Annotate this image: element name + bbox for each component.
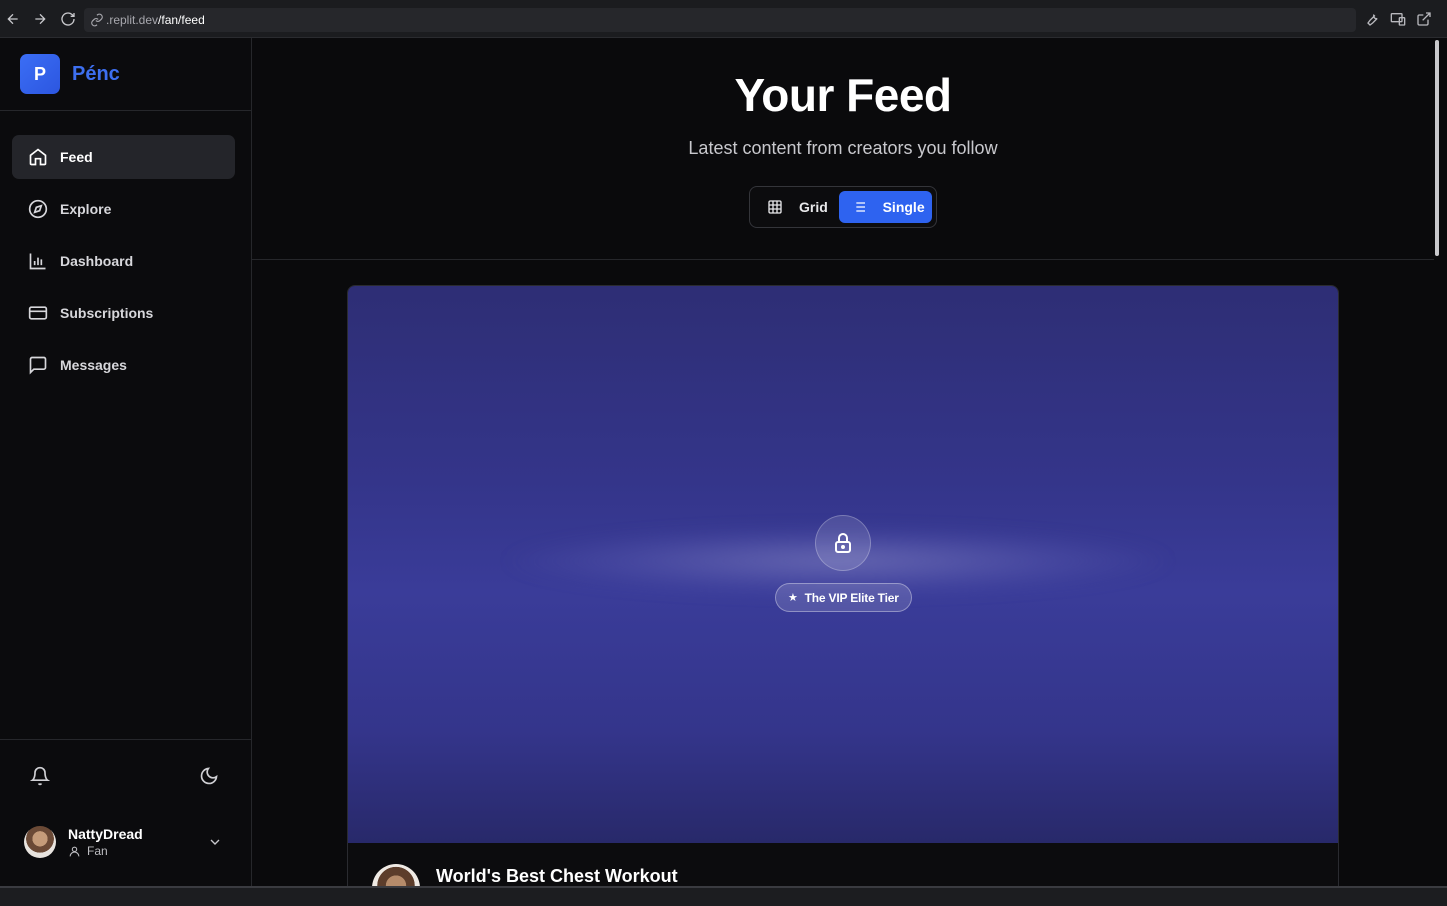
address-bar[interactable]: .replit.dev/fan/feed: [84, 8, 1356, 32]
sidebar-item-explore[interactable]: Explore: [12, 187, 235, 231]
creator-avatar[interactable]: [372, 864, 420, 888]
list-icon: [852, 202, 865, 212]
url-domain: .replit.dev: [106, 13, 159, 27]
home-icon: [29, 148, 47, 166]
single-view-button[interactable]: Single: [838, 191, 932, 223]
post-meta: World's Best Chest Workout: [372, 864, 678, 888]
link-icon: [91, 13, 103, 27]
bell-icon[interactable]: [30, 766, 50, 786]
brand-name: Pénc: [72, 62, 120, 85]
grid-view-button[interactable]: Grid: [754, 191, 839, 223]
moon-icon[interactable]: [199, 766, 219, 786]
post-title[interactable]: World's Best Chest Workout: [436, 866, 678, 887]
view-toggle: Grid Single: [749, 186, 937, 228]
credit-card-icon: [28, 306, 48, 320]
sidebar-item-dashboard[interactable]: Dashboard: [12, 239, 235, 283]
brand[interactable]: P Pénc: [20, 54, 120, 94]
message-square-icon: [29, 356, 47, 375]
feed-header: Your Feed Latest content from creators y…: [252, 38, 1434, 260]
tier-label: The VIP Elite Tier: [804, 590, 899, 605]
single-view-label: Single: [882, 199, 925, 215]
lock-icon: [815, 515, 871, 571]
browser-toolbar: .replit.dev/fan/feed: [0, 0, 1447, 38]
forward-icon[interactable]: [30, 9, 50, 29]
page-subtitle: Latest content from creators you follow: [688, 138, 998, 158]
sidebar-item-messages[interactable]: Messages: [12, 343, 235, 387]
post-card[interactable]: ★ The VIP Elite Tier World's Best Chest …: [347, 285, 1339, 888]
chevron-down-icon: [210, 839, 220, 845]
url-path: /fan/feed: [158, 13, 205, 27]
scrollbar-thumb[interactable]: [1435, 40, 1439, 256]
tier-badge[interactable]: ★ The VIP Elite Tier: [775, 583, 912, 612]
sidebar-item-label: Feed: [60, 149, 93, 165]
user-menu[interactable]: NattyDread Fan: [24, 824, 229, 860]
taskbar-edge: [0, 886, 1447, 906]
scrollbar[interactable]: [1434, 38, 1447, 888]
sidebar-item-label: Explore: [60, 201, 112, 217]
page-title: Your Feed: [734, 69, 952, 121]
external-link-icon[interactable]: [1416, 11, 1432, 27]
grid-icon: [768, 200, 782, 214]
back-icon[interactable]: [3, 9, 23, 29]
divider: [0, 739, 251, 740]
divider: [0, 110, 251, 111]
brand-logo: P: [20, 54, 60, 94]
avatar: [24, 826, 56, 858]
user-name: NattyDread: [68, 826, 143, 842]
locked-media[interactable]: ★ The VIP Elite Tier: [348, 286, 1338, 843]
sidebar-item-label: Dashboard: [60, 253, 134, 269]
sidebar-item-label: Messages: [60, 357, 127, 373]
compass-icon: [28, 199, 48, 219]
main-content: Your Feed Latest content from creators y…: [252, 38, 1434, 888]
user-role-label: Fan: [87, 844, 108, 858]
bar-chart-icon: [29, 253, 46, 270]
devices-icon[interactable]: [1390, 11, 1406, 27]
star-icon: ★: [788, 592, 798, 604]
sidebar-item-label: Subscriptions: [60, 305, 154, 321]
sidebar-nav: Feed Explore Dashboard Subscriptions Mes…: [12, 135, 235, 395]
wrench-icon[interactable]: [1364, 11, 1380, 27]
grid-view-label: Grid: [799, 199, 828, 215]
sidebar: P Pénc Feed Explore Dashboard Subscripti…: [0, 38, 252, 888]
reload-icon[interactable]: [58, 9, 78, 29]
user-icon: [69, 846, 80, 856]
sidebar-item-feed[interactable]: Feed: [12, 135, 235, 179]
user-role: Fan: [68, 844, 143, 858]
sidebar-item-subscriptions[interactable]: Subscriptions: [12, 291, 235, 335]
